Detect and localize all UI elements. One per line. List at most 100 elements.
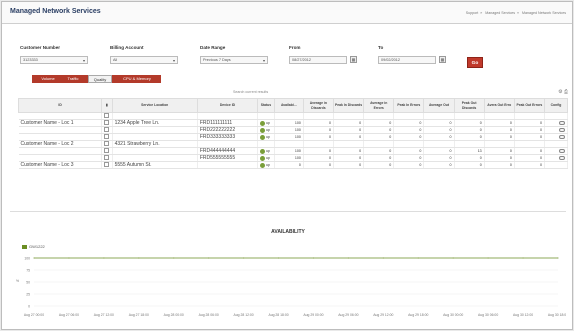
cell-select[interactable] bbox=[101, 119, 113, 127]
cell-metric: 0 bbox=[303, 147, 334, 155]
cell-metric: 0 bbox=[333, 119, 365, 127]
data-point[interactable] bbox=[487, 257, 489, 259]
table-row[interactable] bbox=[18, 112, 569, 120]
table-row[interactable]: FRD444444444 up 100 0 0 0 0 0 13 0 0 bbox=[18, 147, 569, 155]
data-point[interactable] bbox=[347, 257, 349, 259]
data-point[interactable] bbox=[452, 257, 454, 259]
table-row[interactable]: Customer Name - Loc 2 4321 Strawberry Ln. bbox=[18, 140, 569, 148]
cell-select[interactable] bbox=[101, 126, 113, 134]
cell-config[interactable] bbox=[544, 154, 569, 162]
cell-select[interactable] bbox=[101, 133, 113, 141]
cell-select[interactable] bbox=[101, 140, 113, 148]
cell-config[interactable] bbox=[544, 119, 569, 127]
row-checkbox[interactable] bbox=[104, 127, 110, 132]
cell-config[interactable] bbox=[544, 133, 569, 141]
data-point[interactable] bbox=[68, 257, 70, 259]
cell-config[interactable] bbox=[544, 140, 569, 148]
col-peak-out-discards[interactable]: Peak Out Discards bbox=[453, 98, 485, 113]
data-point[interactable] bbox=[33, 257, 35, 259]
config-icon[interactable] bbox=[559, 134, 565, 139]
data-point[interactable] bbox=[208, 257, 210, 259]
col-config[interactable]: Config bbox=[543, 98, 569, 113]
status-up-icon bbox=[260, 120, 266, 126]
col-peak-in-errors[interactable]: Peak In Errors bbox=[393, 98, 425, 113]
row-checkbox[interactable] bbox=[104, 134, 110, 139]
cell-select[interactable] bbox=[101, 154, 113, 162]
cell-config[interactable] bbox=[544, 112, 569, 120]
col-avg-in-errors[interactable]: Average in Errors bbox=[363, 98, 395, 113]
cell-config[interactable] bbox=[544, 126, 569, 134]
cell-service-location bbox=[112, 133, 198, 141]
from-date-input[interactable]: 08/27/2012 bbox=[289, 56, 347, 64]
cell-metric bbox=[454, 112, 485, 120]
x-tick-label: Aug 29 18:00 bbox=[408, 313, 428, 317]
breadcrumb-item-managed-services[interactable]: Managed Services bbox=[485, 11, 515, 15]
cell-metric: 0 bbox=[363, 147, 395, 155]
cell-metric: 0 bbox=[363, 133, 395, 141]
to-date-input[interactable]: 09/02/2012 bbox=[378, 56, 436, 64]
breadcrumb-item-managed-network-services[interactable]: Managed Network Services bbox=[522, 11, 566, 15]
col-peak-out-errors[interactable]: Peak Out Errors bbox=[513, 98, 545, 113]
config-icon[interactable] bbox=[559, 148, 565, 153]
cell-select[interactable] bbox=[101, 147, 113, 155]
x-tick-label: Aug 27 00:00 bbox=[24, 313, 44, 317]
data-point[interactable] bbox=[173, 257, 175, 259]
col-select[interactable]: ▮ bbox=[101, 98, 113, 113]
row-checkbox[interactable] bbox=[104, 141, 110, 146]
row-checkbox[interactable] bbox=[104, 148, 110, 153]
legend-series-label: GW1222 bbox=[29, 244, 45, 249]
cell-config[interactable] bbox=[544, 147, 569, 155]
table-row[interactable]: Customer Name - Loc 1 1234 Apple Tree Ln.… bbox=[18, 119, 569, 127]
data-point[interactable] bbox=[557, 257, 559, 259]
data-point[interactable] bbox=[138, 257, 140, 259]
data-point[interactable] bbox=[382, 257, 384, 259]
tab-traffic[interactable]: Traffic bbox=[62, 75, 84, 83]
tab-volume[interactable]: Volume bbox=[36, 75, 60, 83]
cell-metric: 0 bbox=[423, 126, 455, 134]
col-availability[interactable]: Availabi... bbox=[273, 98, 304, 113]
date-range-select[interactable]: Previous 7 Days ▾ bbox=[200, 56, 268, 64]
settings-icon[interactable]: ⚙ bbox=[558, 89, 562, 95]
search-hint[interactable]: Search current results bbox=[233, 90, 268, 94]
tab-quality[interactable]: Quality bbox=[88, 75, 112, 83]
cell-metric bbox=[514, 140, 545, 148]
calendar-icon[interactable]: ▦ bbox=[350, 56, 357, 63]
col-avg-in-discards[interactable]: Average in Discards bbox=[302, 98, 334, 113]
config-icon[interactable] bbox=[559, 127, 565, 132]
data-point[interactable] bbox=[278, 257, 280, 259]
tab-cpu-memory[interactable]: CPU & Memory bbox=[116, 75, 158, 83]
calendar-icon[interactable]: ▦ bbox=[439, 56, 446, 63]
chart-legend[interactable]: GW1222 bbox=[22, 244, 45, 249]
breadcrumb-item-support[interactable]: Support bbox=[466, 11, 479, 15]
col-device-id[interactable]: Device ID bbox=[196, 98, 259, 113]
go-button[interactable]: Go bbox=[467, 57, 483, 68]
col-avg-out[interactable]: Average Out bbox=[423, 98, 455, 113]
col-id[interactable]: ID bbox=[17, 98, 103, 113]
data-point[interactable] bbox=[522, 257, 524, 259]
table-header-row: ID ▮ Service Location Device ID Status A… bbox=[17, 98, 569, 113]
config-icon[interactable] bbox=[559, 120, 565, 125]
cell-select[interactable] bbox=[101, 161, 113, 169]
cell-config[interactable] bbox=[544, 161, 569, 169]
data-point[interactable] bbox=[243, 257, 245, 259]
billing-account-select[interactable]: All ▾ bbox=[110, 56, 178, 64]
customer-number-select[interactable]: 3123333 ▾ bbox=[20, 56, 88, 64]
export-icon[interactable]: ⎙ bbox=[564, 89, 568, 95]
row-checkbox[interactable] bbox=[104, 113, 110, 118]
col-service-location[interactable]: Service Location bbox=[111, 98, 198, 113]
col-status[interactable]: Status bbox=[257, 98, 275, 113]
table-row[interactable]: FRD333333333 up 100 0 0 0 0 0 0 0 0 bbox=[18, 133, 569, 141]
col-peak-in-discards[interactable]: Peak In Discards bbox=[332, 98, 365, 113]
data-point[interactable] bbox=[103, 257, 105, 259]
cell-select[interactable] bbox=[101, 112, 113, 120]
data-point[interactable] bbox=[312, 257, 314, 259]
col-avg-out-errors[interactable]: Avera Out Erro bbox=[483, 98, 515, 113]
row-checkbox[interactable] bbox=[104, 120, 110, 125]
row-checkbox[interactable] bbox=[104, 162, 110, 167]
table-row[interactable]: FRD222222222 up 100 0 0 0 0 0 0 0 0 bbox=[18, 126, 569, 134]
row-checkbox[interactable] bbox=[104, 155, 110, 160]
table-row[interactable]: FRD555555555 up 100 0 0 0 0 0 0 0 0 bbox=[18, 154, 569, 162]
config-icon[interactable] bbox=[559, 155, 565, 160]
data-point[interactable] bbox=[417, 257, 419, 259]
table-row[interactable]: Customer Name - Loc 3 5555 Autumn St. up 0 0… bbox=[18, 161, 569, 169]
